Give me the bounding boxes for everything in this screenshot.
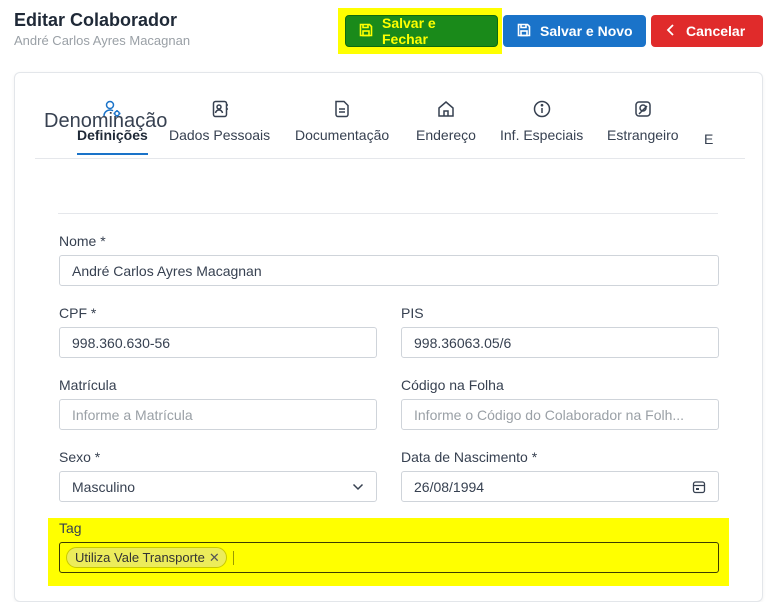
save-new-label: Salvar e Novo: [540, 23, 633, 39]
tag-chip-label: Utiliza Vale Transporte: [75, 550, 205, 565]
nome-label: Nome *: [59, 233, 106, 249]
pis-input[interactable]: 998.36063.05/6: [401, 327, 719, 358]
nome-input[interactable]: André Carlos Ayres Macagnan: [59, 255, 719, 286]
tab-label: E: [704, 131, 714, 147]
chevron-down-icon: [352, 483, 364, 491]
tab-inf-especiais[interactable]: Inf. Especiais: [500, 97, 583, 143]
save-close-button[interactable]: Salvar e Fechar: [345, 15, 498, 47]
sexo-label: Sexo *: [59, 449, 101, 465]
text-cursor: [232, 550, 234, 565]
cpf-input[interactable]: 998.360.630-56: [59, 327, 377, 358]
tab-label: Inf. Especiais: [500, 127, 584, 143]
save-close-label: Salvar e Fechar: [382, 15, 436, 47]
chevron-left-icon: [664, 23, 678, 40]
active-tab-indicator: [77, 153, 148, 155]
save-new-button[interactable]: Salvar e Novo: [503, 15, 646, 47]
section-title: Denominação: [44, 110, 168, 132]
cpf-label: CPF *: [59, 305, 97, 321]
page-header: Editar Colaborador André Carlos Ayres Ma…: [0, 0, 768, 62]
codigo-folha-label: Código na Folha: [401, 377, 504, 393]
cancel-button[interactable]: Cancelar: [651, 15, 763, 47]
home-icon: [436, 97, 456, 121]
section-divider: [58, 213, 718, 214]
matricula-input[interactable]: Informe a Matrícula: [59, 399, 377, 430]
page-title: Editar Colaborador: [14, 10, 178, 30]
tab-documentacao[interactable]: Documentação: [295, 97, 389, 143]
sexo-select[interactable]: Masculino: [59, 471, 377, 502]
matricula-label: Matrícula: [59, 377, 117, 393]
nascimento-value: 26/08/1994: [414, 478, 485, 495]
codigo-folha-input[interactable]: Informe o Código do Colaborador na Folh.…: [401, 399, 719, 430]
tag-chip[interactable]: Utiliza Vale Transporte ✕: [66, 547, 227, 568]
page-subtitle: André Carlos Ayres Macagnan: [14, 33, 191, 48]
tab-label: Documentação: [295, 127, 390, 143]
sexo-selected-value: Masculino: [72, 478, 136, 495]
tag-input[interactable]: Utiliza Vale Transporte ✕: [59, 542, 719, 573]
pis-label: PIS: [401, 305, 424, 321]
save-icon: [516, 22, 532, 41]
nascimento-label: Data de Nascimento *: [401, 449, 538, 465]
tab-label: Endereço: [416, 127, 476, 143]
document-icon: [332, 97, 352, 121]
tab-label: Estrangeiro: [607, 127, 679, 143]
nascimento-input[interactable]: 26/08/1994: [401, 471, 719, 502]
tab-dados-pessoais[interactable]: Dados Pessoais: [169, 97, 270, 143]
tabs-next-button[interactable]: [741, 127, 745, 147]
tab-overflow[interactable]: E: [704, 131, 713, 147]
calendar-icon[interactable]: [692, 480, 706, 494]
close-icon[interactable]: ✕: [209, 551, 220, 564]
tab-estrangeiro[interactable]: Estrangeiro: [607, 97, 679, 143]
save-icon: [358, 22, 374, 41]
tab-endereco[interactable]: Endereço: [416, 97, 476, 143]
info-icon: [532, 97, 552, 121]
tag-label: Tag: [59, 520, 82, 536]
id-card-icon: [210, 97, 230, 121]
passport-icon: [633, 97, 653, 121]
chevron-right-icon: [744, 128, 745, 147]
cancel-label: Cancelar: [686, 23, 746, 39]
tab-label: Dados Pessoais: [169, 127, 271, 143]
